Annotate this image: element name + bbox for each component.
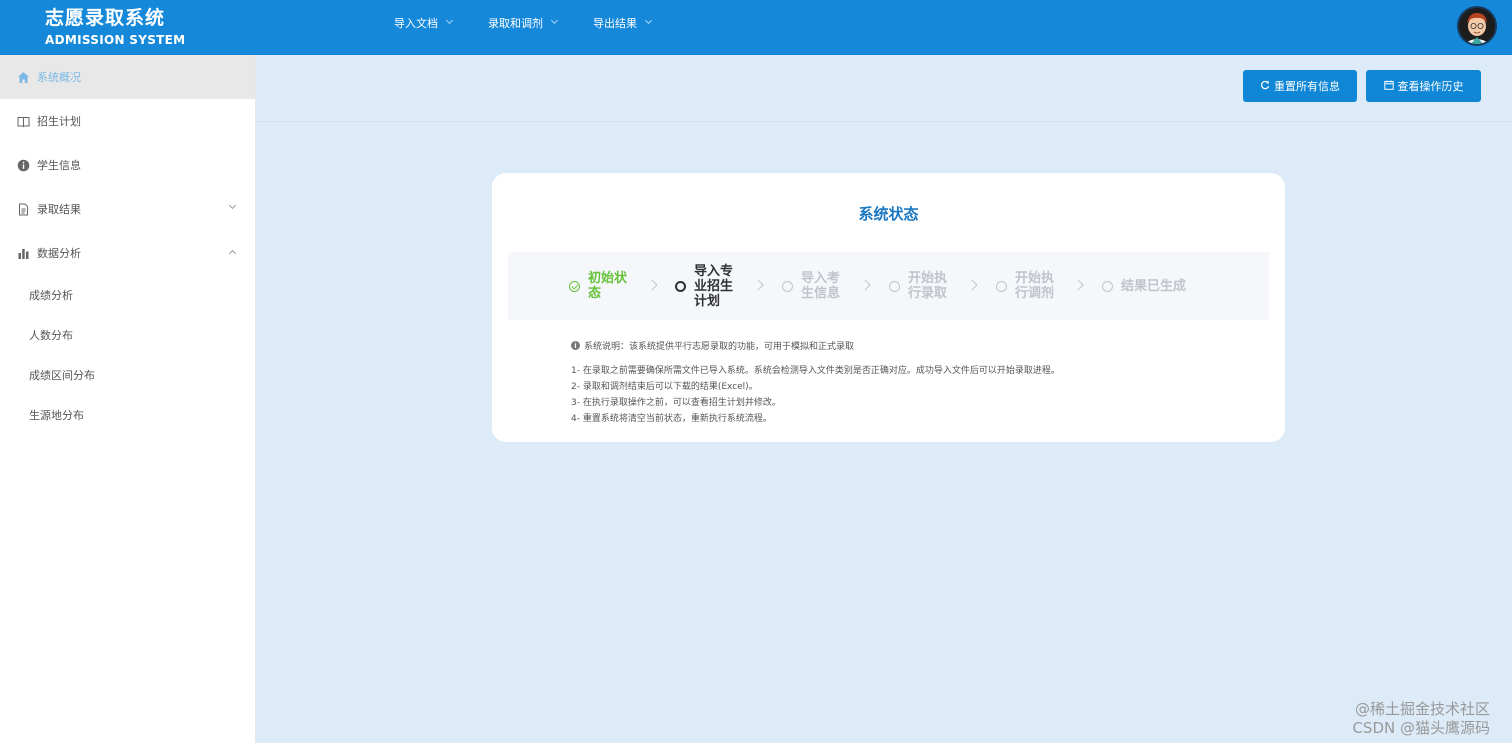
sidebar-item-label: 系统概况 <box>37 71 81 84</box>
sidebar-subitem-score-range-distribution[interactable]: 成绩区间分布 <box>0 355 255 395</box>
document-icon <box>17 203 30 216</box>
top-nav: 导入文档 录取和调剂 导出结果 <box>394 0 687 45</box>
circle-icon <box>889 280 900 292</box>
sidebar-item-label: 数据分析 <box>37 247 81 260</box>
watermark: @稀土掘金技术社区 CSDN @猫头鹰源码 <box>1352 700 1490 738</box>
history-button-label: 查看操作历史 <box>1397 80 1464 93</box>
step-separator-icon <box>1072 279 1084 291</box>
system-description: i 系统说明：该系统提供平行志愿录取的功能，可用于模拟和正式录取 1- 在录取之… <box>571 339 1060 427</box>
description-line: 1- 在录取之前需要确保所需文件已导入系统。系统会检测导入文件类别是否正确对应。… <box>571 366 1060 376</box>
top-header: 志愿录取系统 ADMISSION SYSTEM 导入文档 录取和调剂 导出结果 <box>0 0 1512 55</box>
sidebar-item-label: 录取结果 <box>37 203 81 216</box>
description-title-text: 系统说明：该系统提供平行志愿录取的功能，可用于模拟和正式录取 <box>584 342 855 352</box>
refresh-icon <box>1260 80 1270 93</box>
chevron-down-icon <box>228 201 237 210</box>
brand: 志愿录取系统 ADMISSION SYSTEM <box>45 6 185 48</box>
step-label: 结果已生成 <box>1121 278 1187 294</box>
circle-icon <box>996 280 1007 292</box>
step-import-students: 导入考生信息 <box>782 252 845 320</box>
info-icon: i <box>571 341 580 350</box>
brand-subtitle: ADMISSION SYSTEM <box>45 33 186 47</box>
nav-export-results[interactable]: 导出结果 <box>593 15 653 31</box>
brand-title: 志愿录取系统 <box>45 7 166 29</box>
steps-bar: 初始状态 导入专业招生计划 导入考生信息 开始执行录取 开始执行调剂 结果已生成 <box>508 252 1269 320</box>
nav-admission-adjust[interactable]: 录取和调剂 <box>488 15 559 31</box>
chevron-up-icon <box>228 249 237 258</box>
sidebar-item-label: 学生信息 <box>37 159 81 172</box>
nav-label: 导出结果 <box>593 16 637 30</box>
chevron-down-icon <box>445 16 454 25</box>
sidebar-subitem-origin-distribution[interactable]: 生源地分布 <box>0 395 255 435</box>
avatar-face-icon <box>1459 8 1495 44</box>
user-avatar[interactable] <box>1457 6 1497 46</box>
sidebar-item-admission-results[interactable]: 录取结果 <box>0 187 255 231</box>
sidebar-item-enrollment-plan[interactable]: 招生计划 <box>0 99 255 143</box>
step-label: 导入考生信息 <box>801 271 841 301</box>
step-results-generated: 结果已生成 <box>1102 252 1201 320</box>
description-title: i 系统说明：该系统提供平行志愿录取的功能，可用于模拟和正式录取 <box>571 339 1060 352</box>
nav-label: 导入文档 <box>394 16 438 30</box>
step-separator-icon <box>859 279 871 291</box>
circle-icon <box>782 280 793 292</box>
book-icon <box>17 115 30 128</box>
step-label: 开始执行调剂 <box>1015 271 1055 301</box>
sidebar-item-data-analysis[interactable]: 数据分析 <box>0 231 255 275</box>
watermark-line: @稀土掘金技术社区 <box>1354 700 1490 718</box>
check-circle-icon <box>569 280 580 292</box>
step-start-adjustment: 开始执行调剂 <box>996 252 1059 320</box>
chevron-down-icon <box>550 16 559 25</box>
nav-import-docs[interactable]: 导入文档 <box>394 15 454 31</box>
info-icon <box>17 159 30 172</box>
watermark-line: CSDN @猫头鹰源码 <box>1352 719 1490 737</box>
step-label: 导入专业招生计划 <box>694 263 734 309</box>
view-history-button[interactable]: 查看操作历史 <box>1366 70 1481 102</box>
step-separator-icon <box>646 279 658 291</box>
circle-icon <box>1102 280 1113 292</box>
reset-all-button[interactable]: 重置所有信息 <box>1243 70 1357 102</box>
calendar-icon <box>1383 80 1394 93</box>
step-label: 初始状态 <box>588 271 628 301</box>
chevron-down-icon <box>644 16 653 25</box>
step-separator-icon <box>752 279 764 291</box>
description-list: 1- 在录取之前需要确保所需文件已导入系统。系统会检测导入文件类别是否正确对应。… <box>571 363 1060 427</box>
sidebar-item-student-info[interactable]: 学生信息 <box>0 143 255 187</box>
sidebar-subitem-score-analysis[interactable]: 成绩分析 <box>0 275 255 315</box>
reset-button-label: 重置所有信息 <box>1274 80 1340 93</box>
system-status-card: 系统状态 初始状态 导入专业招生计划 导入考生信息 开始执行录取 开始执行调剂 <box>492 173 1285 442</box>
description-line: 3- 在执行录取操作之前，可以查看招生计划并修改。 <box>571 398 781 408</box>
description-line: 4- 重置系统将清空当前状态，重新执行系统流程。 <box>571 414 772 424</box>
description-line: 2- 录取和调剂结束后可以下载的结果(Excel)。 <box>571 382 758 392</box>
circle-icon <box>675 280 686 292</box>
step-start-admission: 开始执行录取 <box>889 252 952 320</box>
toolbar-divider <box>256 121 1512 122</box>
nav-label: 录取和调剂 <box>488 16 543 30</box>
step-separator-icon <box>966 279 978 291</box>
bar-chart-icon <box>17 247 30 260</box>
sidebar-item-overview[interactable]: 系统概况 <box>0 55 255 99</box>
step-import-plan: 导入专业招生计划 <box>675 252 738 320</box>
sidebar: 系统概况 招生计划 学生信息 录取结果 数据分析 成绩分析 人数分布 成绩区间分… <box>0 55 256 743</box>
home-icon <box>17 71 30 84</box>
step-initial: 初始状态 <box>569 252 632 320</box>
card-title: 系统状态 <box>858 205 919 223</box>
step-label: 开始执行录取 <box>908 271 948 301</box>
sidebar-subitem-headcount-distribution[interactable]: 人数分布 <box>0 315 255 355</box>
sidebar-item-label: 招生计划 <box>37 115 81 128</box>
